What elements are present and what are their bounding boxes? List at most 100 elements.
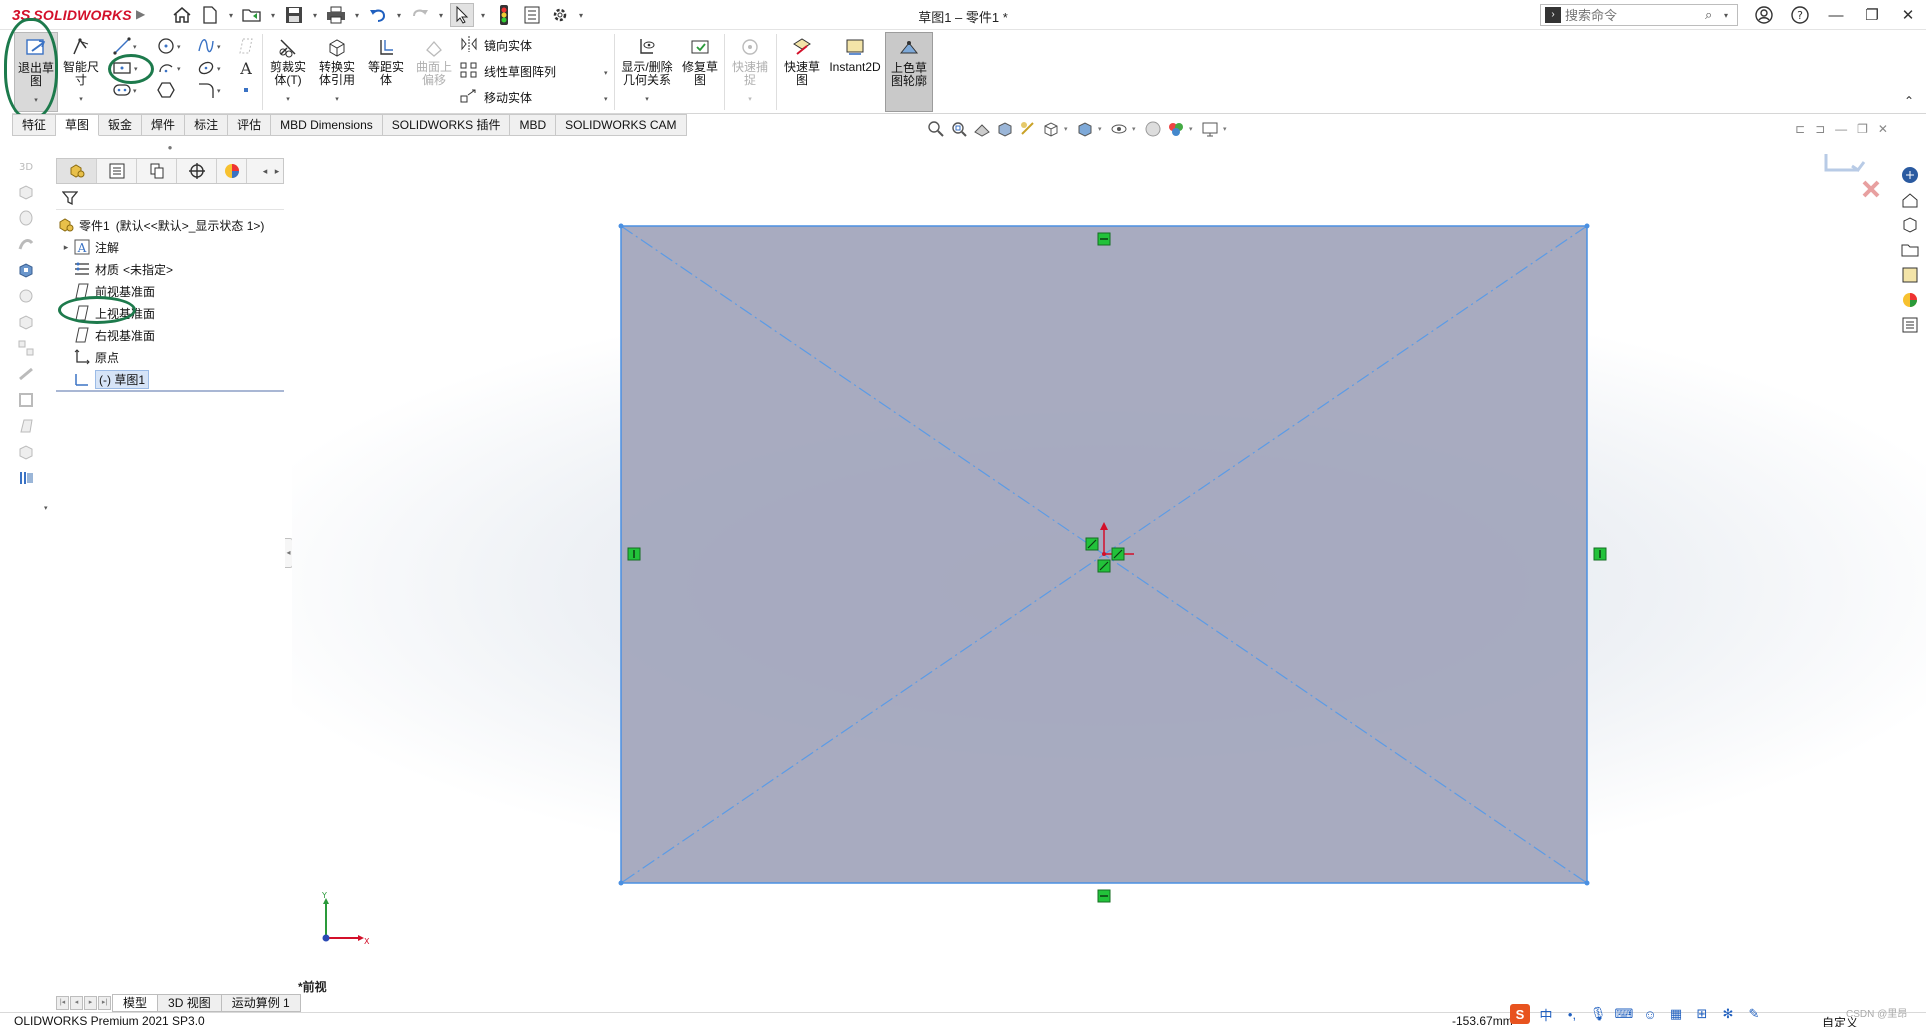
corner-rectangle-icon[interactable] (112, 58, 132, 78)
tab-markup[interactable]: 标注 (185, 114, 229, 136)
tab-3d-views[interactable]: 3D 视图 (158, 994, 222, 1012)
settings-icon[interactable]: ✻ (1718, 1004, 1738, 1024)
tab-sketch[interactable]: 草图 (56, 114, 100, 136)
slot-dropdown-icon[interactable]: ▾ (133, 87, 137, 95)
search-icon[interactable]: ⌕ (1705, 7, 1721, 23)
repair-sketch-button[interactable]: 修复草 图 (678, 32, 722, 87)
previous-view-icon[interactable] (972, 119, 992, 139)
open-dropdown-icon[interactable]: ▾ (268, 11, 278, 20)
revolved-cut-icon[interactable] (14, 286, 38, 306)
select-dropdown-icon[interactable]: ▾ (478, 11, 488, 20)
scene-dropdown-icon[interactable]: ▾ (1189, 125, 1197, 133)
tab-evaluate[interactable]: 评估 (228, 114, 272, 136)
feature-manager-tab-icon[interactable] (57, 159, 97, 183)
sogou-ime-icon[interactable]: S (1510, 1004, 1530, 1024)
convert-dropdown-icon[interactable]: ▾ (335, 93, 339, 106)
print-dropdown-icon[interactable]: ▾ (352, 11, 362, 20)
tree-item-right-plane[interactable]: 右视基准面 (56, 324, 284, 346)
menu-expand-arrow-icon[interactable]: ▶ (136, 7, 145, 21)
display-style-dropdown-icon[interactable]: ▾ (1098, 125, 1106, 133)
microphone-icon[interactable]: 🎙 (1588, 1004, 1608, 1024)
skin-icon[interactable]: ☺ (1640, 1004, 1660, 1024)
polygon-icon[interactable] (156, 80, 176, 100)
reference-geometry-dropdown-icon[interactable]: ▾ (44, 504, 48, 512)
midpoint-relation-icon[interactable] (1097, 559, 1111, 573)
open-folder-icon[interactable] (240, 3, 264, 27)
vertex-point[interactable] (618, 880, 624, 886)
options-dropdown-icon[interactable]: ▾ (576, 11, 586, 20)
help-icon[interactable]: ? (1786, 3, 1814, 27)
tree-item-front-plane[interactable]: 前视基准面 (56, 280, 284, 302)
line-dropdown-icon[interactable]: ▾ (133, 43, 137, 51)
select-pointer-icon[interactable] (450, 3, 474, 27)
viewport-next-icon[interactable]: ⊐ (1815, 122, 1825, 136)
spline-icon[interactable] (196, 36, 216, 56)
display-relations-button[interactable]: 显示/删除 几何关系 ▾ (618, 32, 676, 106)
quick-snaps-dropdown-icon[interactable]: ▾ (748, 93, 752, 106)
solidworks-logo[interactable]: 3S SOLIDWORKS (12, 5, 132, 25)
offset-on-surface-button[interactable]: 曲面上 偏移 (412, 32, 456, 87)
viewport-prev-icon[interactable]: ⊏ (1795, 122, 1805, 136)
vertex-point[interactable] (618, 223, 624, 229)
property-manager-tab-icon[interactable] (97, 159, 137, 183)
view-settings-dropdown-icon[interactable]: ▾ (1223, 125, 1231, 133)
move-entities-button[interactable]: 移动实体 (460, 88, 532, 107)
zoom-to-fit-icon[interactable] (926, 119, 946, 139)
tab-solidworks-addins[interactable]: SOLIDWORKS 插件 (382, 114, 511, 136)
prev-tab-icon[interactable]: ◂ (70, 996, 83, 1010)
extruded-cut-icon[interactable] (14, 260, 38, 280)
next-tab-icon[interactable]: ▸ (84, 996, 97, 1010)
file-properties-icon[interactable] (520, 3, 544, 27)
fillet-dropdown-icon[interactable]: ▾ (217, 87, 221, 95)
move-dropdown-icon[interactable]: ▾ (604, 95, 608, 103)
punctuation-icon[interactable]: •, (1562, 1004, 1582, 1024)
rollback-bar[interactable] (56, 390, 284, 392)
fillet-feature-icon[interactable] (14, 312, 38, 332)
hide-show-items-icon[interactable] (1109, 119, 1129, 139)
design-library-icon[interactable] (1898, 214, 1922, 236)
vertical-relation-icon[interactable] (627, 547, 641, 561)
arc-icon[interactable] (156, 58, 176, 78)
filter-funnel-icon[interactable] (61, 190, 79, 209)
tab-sheet-metal[interactable]: 钣金 (99, 114, 143, 136)
home-icon[interactable] (1898, 189, 1922, 211)
close-icon[interactable]: ✕ (1894, 3, 1922, 27)
rapid-sketch-button[interactable]: 快速草 图 (780, 32, 824, 87)
new-document-icon[interactable] (198, 3, 222, 27)
point-icon[interactable] (236, 80, 256, 100)
tab-mbd[interactable]: MBD (510, 114, 557, 136)
undo-icon[interactable] (366, 3, 390, 27)
search-input[interactable] (1565, 7, 1705, 23)
grid-apps-icon[interactable]: ⊞ (1692, 1004, 1712, 1024)
display-relations-dropdown-icon[interactable]: ▾ (645, 93, 649, 106)
tree-item-sketch1[interactable]: (-) 草图1 (56, 368, 284, 390)
configuration-manager-tab-icon[interactable] (137, 159, 177, 183)
smart-dimension-button[interactable]: 智能尺 寸 ▾ (60, 32, 102, 106)
appearances-icon[interactable] (1898, 289, 1922, 311)
pattern-feature-icon[interactable] (14, 338, 38, 358)
tree-item-top-plane[interactable]: 上视基准面 (56, 302, 284, 324)
tab-mbd-dimensions[interactable]: MBD Dimensions (271, 114, 383, 136)
plane-icon[interactable] (236, 36, 256, 56)
revolved-boss-icon[interactable] (14, 208, 38, 228)
home-icon[interactable] (170, 3, 194, 27)
save-icon[interactable] (282, 3, 306, 27)
dimxpert-manager-tab-icon[interactable] (177, 159, 217, 183)
viewport-close-icon[interactable]: ✕ (1878, 122, 1888, 136)
apply-scene-icon[interactable] (1166, 119, 1186, 139)
last-tab-icon[interactable]: ▸| (98, 996, 111, 1010)
circle-icon[interactable] (156, 36, 176, 56)
edit-appearance-icon[interactable] (1143, 119, 1163, 139)
shaded-sketch-contours-button[interactable]: 上色草 图轮廓 (885, 32, 933, 112)
tree-item-origin[interactable]: 原点 (56, 346, 284, 368)
line-icon[interactable] (112, 36, 132, 56)
midpoint-relation-icon[interactable] (1111, 547, 1125, 561)
trim-entities-button[interactable]: 剪裁实 体(T) ▾ (266, 32, 310, 106)
cancel-sketch-icon[interactable] (1862, 180, 1880, 198)
view-settings-icon[interactable] (1200, 119, 1220, 139)
search-dropdown-icon[interactable]: ▾ (1721, 11, 1731, 20)
extruded-boss-icon[interactable] (14, 182, 38, 202)
wrap-feature-icon[interactable] (14, 442, 38, 462)
circle-dropdown-icon[interactable]: ▾ (177, 43, 181, 51)
minimize-icon[interactable]: — (1822, 3, 1850, 27)
